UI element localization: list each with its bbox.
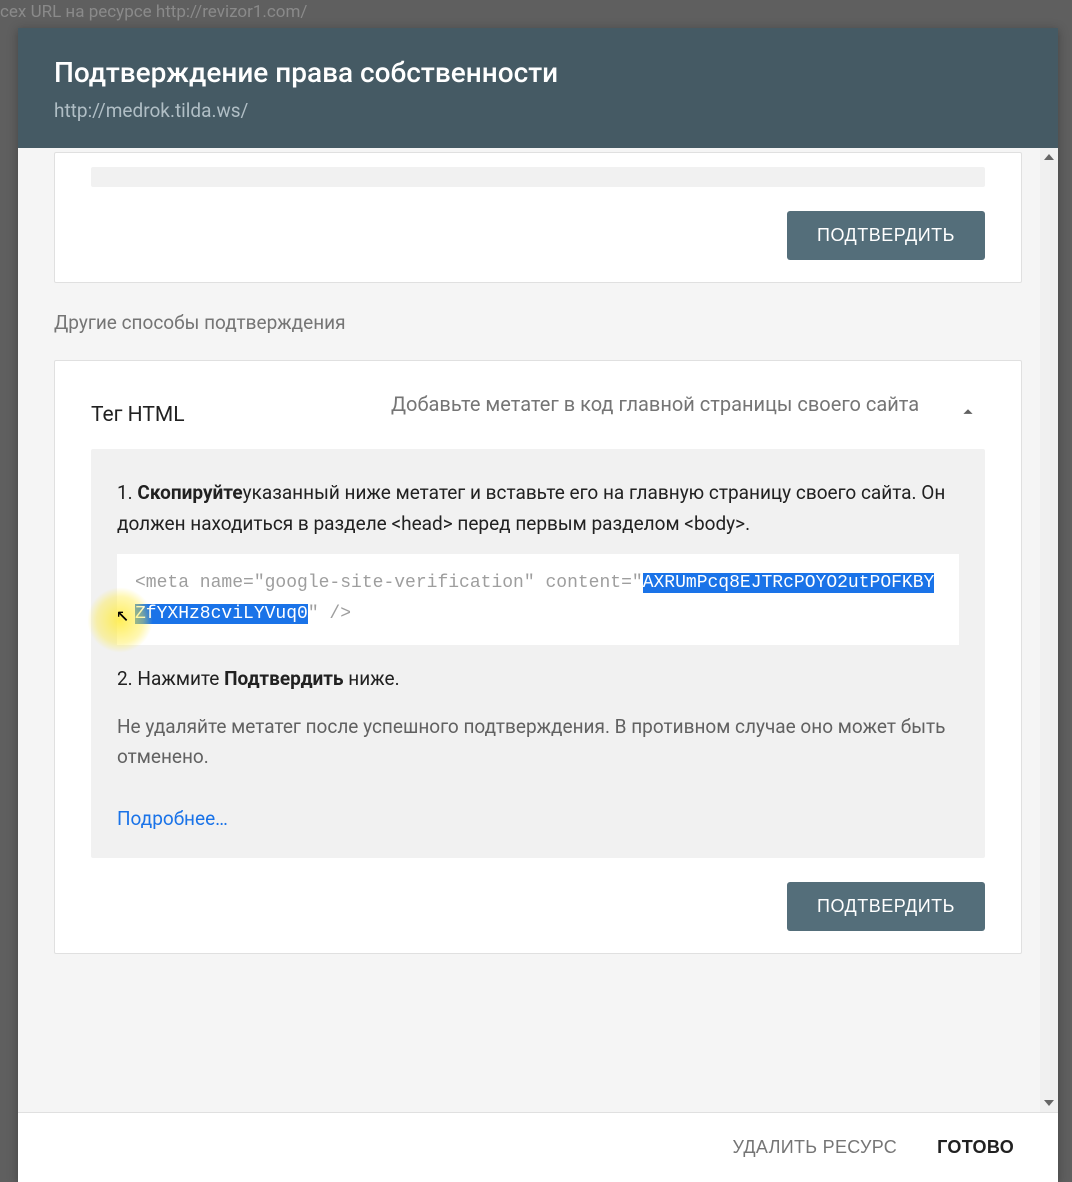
delete-resource-button[interactable]: УДАЛИТЬ РЕСУРС: [732, 1137, 897, 1158]
confirm-button-html-tag[interactable]: ПОДТВЕРДИТЬ: [787, 882, 985, 931]
other-methods-label: Другие способы подтверждения: [54, 311, 1022, 334]
dialog-footer: УДАЛИТЬ РЕСУРС ГОТОВО: [18, 1112, 1058, 1182]
previous-method-content-placeholder: [91, 167, 985, 187]
scroll-down-icon[interactable]: [1044, 1100, 1054, 1106]
chevron-up-icon: [957, 389, 985, 427]
html-tag-instructions: 1. Скопируйтеуказанный ниже метатег и вс…: [91, 449, 985, 858]
ownership-verification-dialog: Подтверждение права собственности http:/…: [18, 28, 1058, 1182]
dialog-body: ПОДТВЕРДИТЬ Другие способы подтверждения…: [18, 148, 1058, 1112]
previous-method-card: ПОДТВЕРДИТЬ: [54, 152, 1022, 283]
code-prefix: <meta name="google-site-verification" co…: [135, 573, 643, 593]
warning-text: Не удаляйте метатег после успешного подт…: [117, 712, 959, 773]
dialog-title: Подтверждение права собственности: [54, 56, 1022, 89]
step-1: 1. Скопируйтеуказанный ниже метатег и вс…: [117, 477, 959, 540]
step2-prefix: 2. Нажмите: [117, 667, 224, 690]
html-tag-description: Добавьте метатег в код главной страницы …: [391, 389, 957, 419]
html-tag-method-card: Тег HTML Добавьте метатег в код главной …: [54, 360, 1022, 954]
cursor-icon: ↖: [116, 597, 129, 636]
step-2: 2. Нажмите Подтвердить ниже.: [117, 663, 959, 694]
html-tag-title: Тег HTML: [91, 389, 391, 427]
dialog-site-url: http://medrok.tilda.ws/: [54, 99, 1022, 122]
scroll-up-icon[interactable]: [1044, 154, 1054, 160]
step2-bold: Подтвердить: [224, 667, 343, 690]
confirm-button-top[interactable]: ПОДТВЕРДИТЬ: [787, 211, 985, 260]
step2-suffix: ниже.: [344, 667, 400, 690]
dialog-header: Подтверждение права собственности http:/…: [18, 28, 1058, 148]
background-page-text: сех URL на ресурсе http://revizor1.com/: [0, 2, 307, 22]
scrollbar[interactable]: [1040, 148, 1058, 1112]
code-suffix: " />: [308, 604, 351, 624]
step1-bold: Скопируйте: [137, 481, 242, 504]
done-button[interactable]: ГОТОВО: [937, 1137, 1014, 1158]
meta-tag-code[interactable]: ↖ <meta name="google-site-verification" …: [117, 554, 959, 645]
html-tag-expand-header[interactable]: Тег HTML Добавьте метатег в код главной …: [55, 361, 1021, 449]
learn-more-link[interactable]: Подробнее…: [117, 807, 228, 830]
